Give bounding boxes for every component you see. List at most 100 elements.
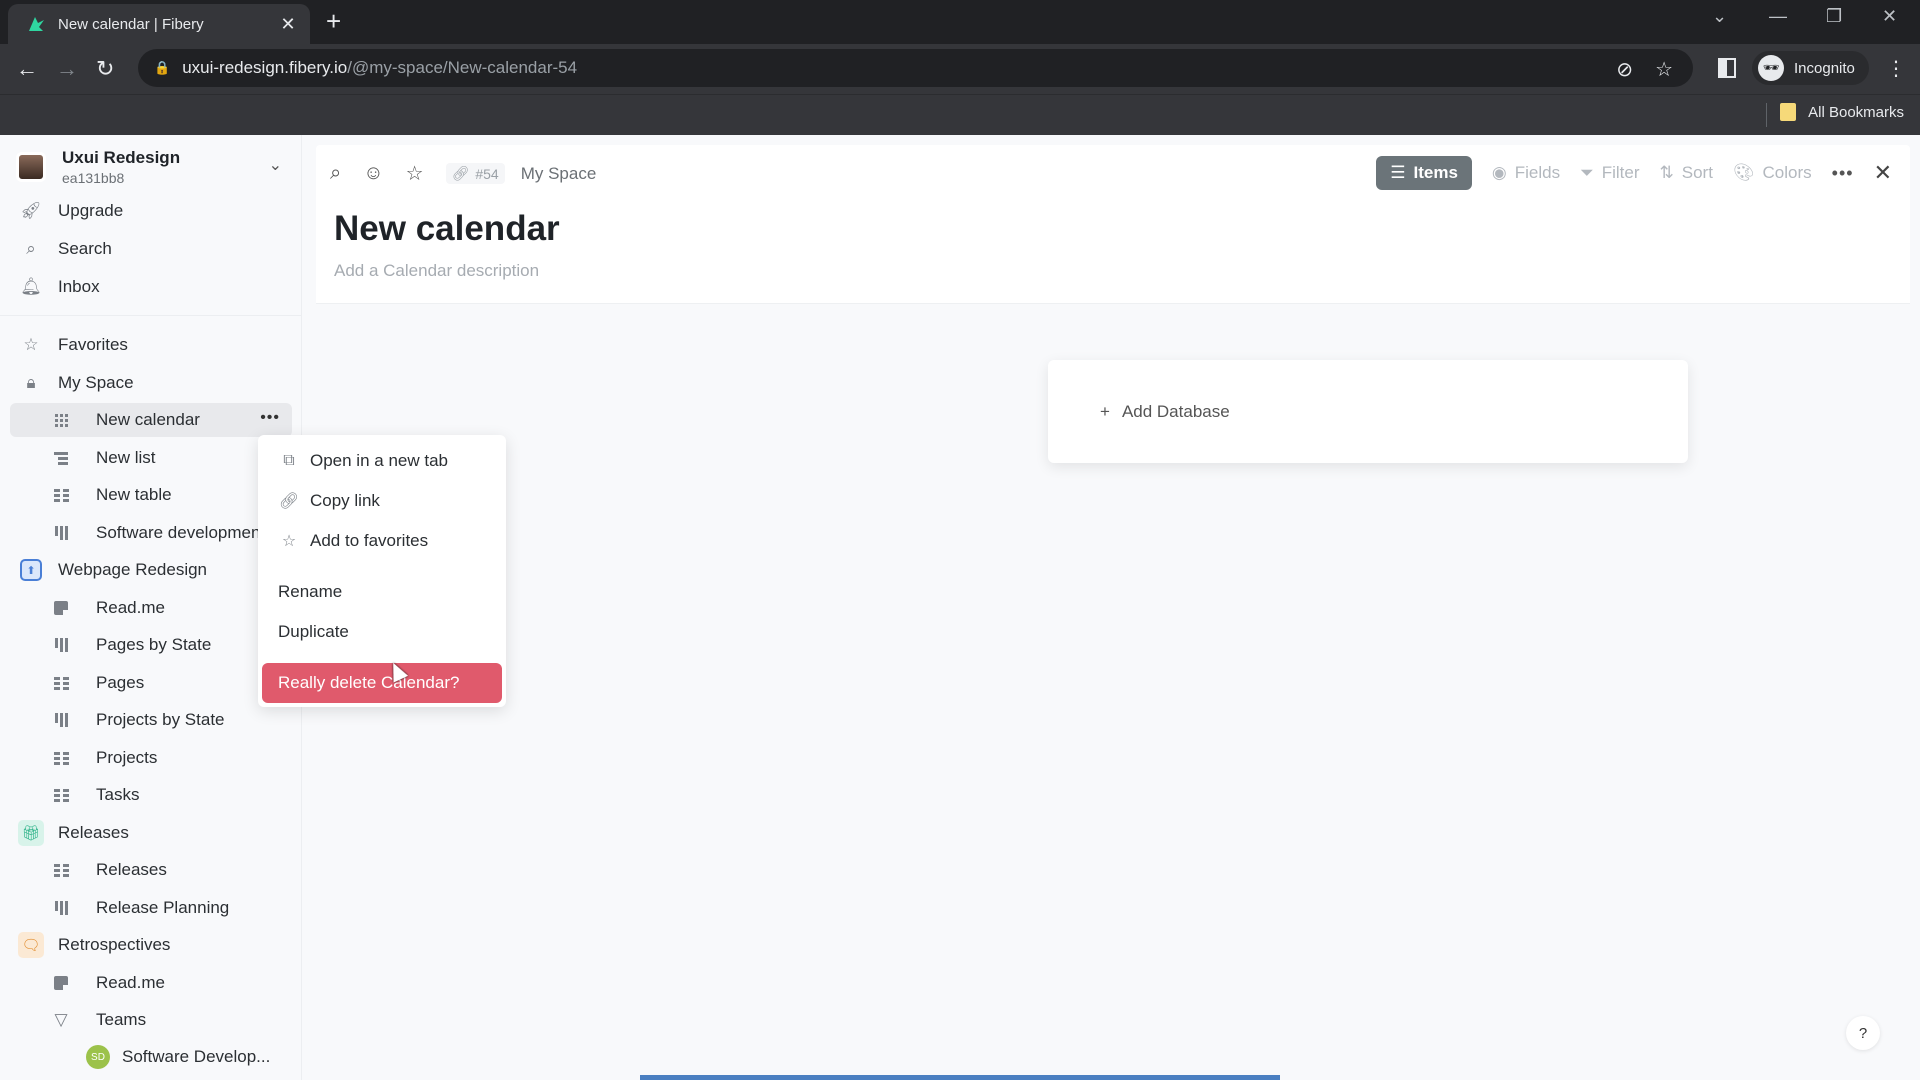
funnel-icon: ⏷ [1580,163,1594,182]
sidebar-item-inbox[interactable]: 🔔︎ Inbox [10,270,292,304]
browser-tab[interactable]: New calendar | Fibery ✕ [8,4,310,44]
sidebar-item-projects-by-state[interactable]: Projects by State [10,703,292,737]
fields-button[interactable]: ◉ Fields [1492,163,1560,183]
sidebar-item-projects[interactable]: Projects [10,741,292,775]
sidebar-item-teams[interactable]: ▽ Teams [10,1003,292,1037]
sidebar-item-search[interactable]: ⌕ Search [10,232,292,266]
filter-label: Filter [1601,163,1640,182]
address-bar[interactable]: 🔒 uxui-redesign.fibery.io /@my-space/New… [138,49,1693,87]
profile-button[interactable]: 🕶 Incognito [1752,51,1869,85]
menu-item-duplicate[interactable]: Duplicate [258,614,506,650]
chevron-down-icon[interactable]: ⌄ [269,155,282,175]
sidebar-item-new-list[interactable]: New list [10,441,292,475]
triangle-down-icon[interactable]: ▽ [50,1010,72,1030]
main-panel: ⌕ ☺ ☆ 🔗︎ #54 My Space ☰ Items ◉ Fields ⏷… [316,145,1910,1070]
entity-id: #54 [475,165,499,182]
minimize-icon[interactable]: — [1769,6,1787,27]
star-icon[interactable]: ☆ [406,161,424,186]
menu-item-label: Copy link [310,491,380,510]
sidebar-item-pages[interactable]: Pages [10,666,292,700]
side-panel-icon[interactable] [1718,58,1736,78]
lock-icon: 🔒 [154,60,171,75]
external-link-icon: ⧉ [283,452,295,469]
description-field[interactable]: Add a Calendar description [334,261,539,281]
sidebar-item-releases[interactable]: Releases [10,853,292,887]
browser-toolbar: ← → ↻ 🔒 uxui-redesign.fibery.io /@my-spa… [0,44,1920,94]
board-view-icon [50,638,72,652]
confirm-delete-button[interactable]: Really delete Calendar? [262,663,502,703]
sort-button[interactable]: ⇅ Sort [1660,163,1713,183]
menu-item-copy-link[interactable]: 🔗︎ Copy link [258,483,506,519]
tab-close-icon[interactable]: ✕ [278,14,298,35]
workspace-switcher[interactable]: Uxui Redesign ea131bb8 ⌄ [12,145,292,189]
sidebar-item-upgrade[interactable]: 🚀︎ Upgrade [10,194,292,228]
link-icon: 🔗︎ [278,493,300,510]
menu-item-open-new-tab[interactable]: ⧉ Open in a new tab [258,443,506,479]
breadcrumb[interactable]: My Space [521,164,597,184]
sidebar-item-new-calendar[interactable]: New calendar ••• [10,403,292,437]
bookmark-star-icon[interactable]: ☆ [1655,57,1673,82]
items-button[interactable]: ☰ Items [1376,156,1472,190]
close-icon[interactable]: ✕ [1874,160,1892,186]
help-button[interactable]: ? [1846,1016,1880,1050]
eye-off-icon[interactable]: ⊘ [1616,57,1633,82]
browser-menu-icon[interactable]: ⋮ [1886,56,1906,81]
menu-item-rename[interactable]: Rename [258,574,506,610]
sidebar-item-my-space[interactable]: 🔒︎ My Space [10,366,292,400]
sidebar-item-label: Retrospectives [58,935,171,954]
stack-icon: ☰ [1390,163,1406,182]
sidebar-item-tasks[interactable]: Tasks [10,778,292,812]
sidebar-item-label: Releases [96,860,167,879]
toggle-icon: ◉ [1491,163,1507,182]
sidebar-item-retrospectives[interactable]: 🗨︎ Retrospectives [10,928,292,962]
all-bookmarks-button[interactable]: All Bookmarks [1780,103,1904,121]
more-options-icon[interactable]: ••• [1832,163,1854,184]
view-toolbar: ☰ Items ◉ Fields ⏷ Filter ⇅ Sort 🎨︎ Colo… [1376,156,1892,190]
forward-icon[interactable]: → [56,56,78,82]
star-icon: ☆ [281,533,297,550]
sidebar-item-label: Read.me [96,598,165,617]
sidebar-item-webpage-redesign[interactable]: ⬆ Webpage Redesign [10,553,292,587]
sidebar-item-label: Pages by State [96,635,212,654]
reload-icon[interactable]: ↻ [96,56,114,82]
filter-button[interactable]: ⏷ Filter [1580,163,1639,183]
sidebar-item-label: Teams [96,1010,147,1029]
avatar [16,152,46,182]
sidebar-item-favorites[interactable]: ☆ Favorites [10,328,292,362]
tab-search-icon[interactable]: ⌄ [1712,6,1727,27]
restore-icon[interactable]: ❐ [1826,6,1842,27]
sidebar-item-new-table[interactable]: New table [10,478,292,512]
new-tab-button[interactable]: + [326,8,341,34]
sidebar-item-releases-space[interactable]: 🎁︎ Releases [10,816,292,850]
add-database-button[interactable]: + Add Database [1100,402,1230,422]
copy-id-chip[interactable]: 🔗︎ #54 [445,163,505,184]
sidebar-item-retro-readme[interactable]: Read.me [10,966,292,1000]
entity-toolbar: ⌕ ☺ ☆ 🔗︎ #54 My Space [330,161,596,186]
menu-item-add-to-favorites[interactable]: ☆ Add to favorites [258,523,506,559]
fibery-logo-icon [26,14,46,34]
chat-bubbles-icon: 🗨︎ [18,932,44,958]
page-title[interactable]: New calendar [334,209,560,249]
colors-button[interactable]: 🎨︎ Colors [1733,163,1812,183]
sidebar-item-pages-by-state[interactable]: Pages by State [10,628,292,662]
back-icon[interactable]: ← [16,56,38,82]
sidebar-item-label: New table [96,485,172,504]
sidebar-item-release-planning[interactable]: Release Planning [10,891,292,925]
more-options-icon[interactable]: ••• [260,409,280,427]
emoji-icon[interactable]: ☺ [363,162,383,185]
search-icon[interactable]: ⌕ [330,162,341,185]
link-icon: 🔗︎ [451,165,470,181]
sidebar-item-software-develop-team[interactable]: SD Software Develop... [10,1040,292,1074]
sidebar-item-label: Pages [96,673,145,692]
plus-icon: + [1100,402,1110,421]
sidebar-item-readme[interactable]: Read.me [10,591,292,625]
sidebar-item-software-development[interactable]: Software developmen [10,516,292,550]
table-view-icon [50,488,72,502]
divider [1766,103,1767,127]
space-icon-wrap: 🎁︎ [14,820,48,846]
list-view-icon [50,451,72,465]
bell-icon: 🔔︎ [20,277,42,296]
table-view-icon [50,676,72,690]
add-database-card: + Add Database [1048,360,1688,463]
window-close-icon[interactable]: ✕ [1882,6,1897,27]
